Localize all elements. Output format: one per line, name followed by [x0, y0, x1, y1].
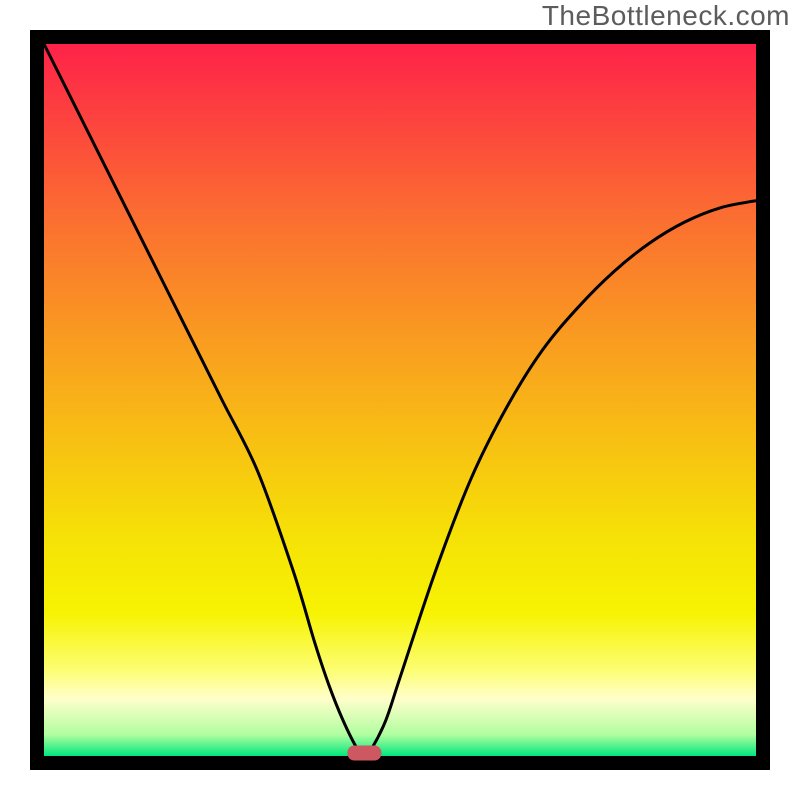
plot-area	[30, 30, 770, 770]
bottleneck-chart-svg	[30, 30, 770, 770]
optimal-marker	[347, 746, 381, 761]
chart-frame: TheBottleneck.com	[0, 0, 800, 800]
gradient-rect	[44, 44, 756, 756]
watermark-text: TheBottleneck.com	[542, 0, 790, 32]
